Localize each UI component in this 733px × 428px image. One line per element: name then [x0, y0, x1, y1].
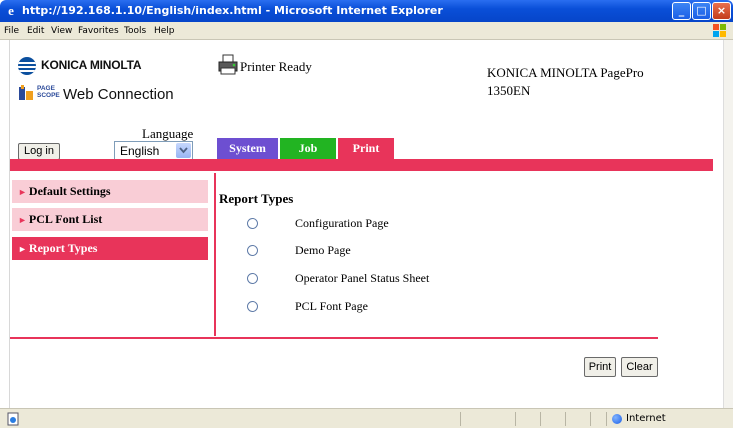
sidebar-item-pcl-font-list[interactable]: ► PCL Font List	[12, 208, 208, 231]
dropdown-button[interactable]	[176, 143, 191, 158]
status-divider	[590, 412, 591, 426]
option-label: PCL Font Page	[295, 299, 368, 313]
page-icon	[7, 412, 19, 426]
content-divider-vertical	[214, 173, 216, 336]
vertical-scrollbar[interactable]	[723, 40, 733, 408]
clear-button[interactable]: Clear	[621, 357, 658, 377]
status-bar: Internet	[0, 408, 733, 428]
triangle-right-icon: ►	[18, 215, 27, 225]
status-divider	[565, 412, 566, 426]
login-button[interactable]: Log in	[18, 143, 60, 160]
language-label: Language	[142, 126, 194, 141]
minimize-button[interactable]: _	[672, 2, 691, 20]
sidebar-item-label: PCL Font List	[28, 212, 103, 226]
security-zone: Internet	[626, 413, 666, 424]
option-label: Demo Page	[295, 243, 351, 257]
language-selected-value: English	[120, 144, 160, 158]
sidebar-item-label: Default Settings	[28, 184, 111, 198]
printer-model-line1: KONICA MINOLTA PagePro	[487, 65, 644, 80]
footer-divider	[10, 337, 658, 339]
product-name: Web Connection	[63, 86, 174, 103]
chevron-down-icon	[179, 147, 188, 154]
radio-operator-panel-status-sheet[interactable]	[247, 273, 258, 284]
pagescope-wordmark: PAGE SCOPE	[37, 85, 60, 99]
status-divider	[460, 412, 461, 426]
sidebar-item-default-settings[interactable]: ► Default Settings	[12, 180, 208, 203]
menu-edit[interactable]: Edit	[27, 26, 44, 36]
radio-pcl-font-page[interactable]	[247, 301, 258, 312]
printer-model-line2: 1350EN	[487, 83, 531, 98]
sidebar-item-label: Report Types	[28, 241, 98, 255]
section-title: Report Types	[219, 191, 294, 206]
printer-model: KONICA MINOLTA PagePro 1350EN	[487, 64, 644, 100]
menu-bar: File Edit View Favorites Tools Help	[0, 22, 733, 40]
printer-icon	[218, 54, 238, 75]
windows-logo-icon	[713, 24, 727, 38]
pagescope-icon	[19, 85, 33, 100]
sidebar-item-report-types[interactable]: ► Report Types	[12, 237, 208, 260]
radio-demo-page[interactable]	[247, 245, 258, 256]
status-divider	[540, 412, 541, 426]
triangle-right-icon: ►	[18, 187, 27, 197]
status-divider	[606, 412, 607, 426]
menu-view[interactable]: View	[51, 26, 72, 36]
internet-zone-icon	[612, 414, 622, 424]
menu-favorites[interactable]: Favorites	[78, 26, 119, 36]
tab-print[interactable]: Print	[338, 138, 394, 159]
menu-tools[interactable]: Tools	[124, 26, 146, 36]
konica-minolta-globe-icon	[18, 57, 36, 75]
printer-status: Printer Ready	[240, 59, 312, 74]
left-frame-edge	[0, 40, 10, 408]
close-button[interactable]: ×	[712, 2, 731, 20]
pagescope-top: PAGE	[37, 85, 55, 92]
tab-job[interactable]: Job	[280, 138, 336, 159]
brand-name: KONICA MINOLTA	[41, 58, 142, 72]
triangle-right-icon: ►	[18, 244, 27, 254]
status-divider	[515, 412, 516, 426]
option-label: Operator Panel Status Sheet	[295, 271, 430, 285]
pagescope-bottom: SCOPE	[37, 92, 60, 99]
print-button[interactable]: Print	[584, 357, 616, 377]
radio-configuration-page[interactable]	[247, 218, 258, 229]
window-titlebar[interactable]: e http://192.168.1.10/English/index.html…	[0, 0, 733, 22]
maximize-button[interactable]: □	[692, 2, 711, 20]
menu-file[interactable]: File	[4, 26, 19, 36]
language-select[interactable]: English	[114, 141, 193, 160]
internet-explorer-icon: e	[8, 3, 14, 18]
window-title: http://192.168.1.10/English/index.html -…	[22, 4, 443, 17]
tab-system[interactable]: System	[217, 138, 278, 159]
menu-help[interactable]: Help	[154, 26, 175, 36]
header-divider	[10, 159, 713, 171]
option-label: Configuration Page	[295, 216, 389, 230]
